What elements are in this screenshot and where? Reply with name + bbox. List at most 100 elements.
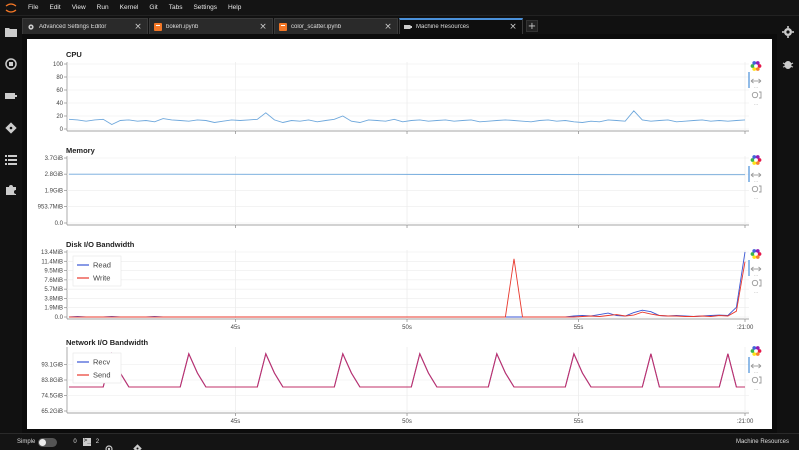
tab-bar: Advanced Settings Editor × bokeh.ipynb × col…: [22, 17, 777, 34]
wheel-zoom-icon[interactable]: [751, 376, 762, 384]
more-tools-icon[interactable]: ···: [754, 179, 759, 185]
y-tick-label: 40: [56, 101, 63, 107]
menu-git[interactable]: Git: [143, 0, 162, 16]
plot-canvas[interactable]: 45s 50s 55s:21:00 93.1GiB 83.8GiB 74.5GiB 65.2…: [29, 335, 770, 427]
y-tick-label: 80: [56, 75, 63, 81]
x-tick-label: 45s: [231, 325, 241, 330]
terminal-icon[interactable]: >_: [82, 437, 91, 446]
more-tools-icon[interactable]: ···: [754, 387, 759, 393]
property-inspector-icon[interactable]: [781, 25, 795, 39]
wheel-zoom-icon[interactable]: [751, 185, 762, 193]
kernels-count[interactable]: 2: [96, 439, 99, 445]
y-tick-label: 7.6MiB: [44, 278, 63, 284]
tab-color-scatter-ipynb[interactable]: color_scatter.ipynb ×: [274, 18, 398, 34]
plot-toolbar: ··· ···: [748, 61, 762, 108]
pan-tool-icon[interactable]: [750, 363, 762, 369]
tab-label: bokeh.ipynb: [166, 23, 199, 30]
terminal-prompt-glyph: >_: [83, 437, 91, 444]
notebook-icon: [279, 22, 287, 31]
bokeh-logo-icon[interactable]: [750, 346, 762, 356]
y-tick-label: 11.4MiB: [41, 259, 63, 265]
simple-mode-toggle[interactable]: [38, 437, 58, 447]
more-tools-icon[interactable]: ···: [754, 290, 759, 296]
main-area: CPU45s50s55s:21:00100806040200······ Mem…: [22, 34, 777, 433]
close-icon[interactable]: ×: [508, 22, 518, 32]
plot-toolbar: ··· ···: [748, 249, 762, 296]
bokeh-logo-icon[interactable]: [750, 155, 762, 165]
more-tools-icon[interactable]: ···: [754, 196, 759, 202]
menu-settings[interactable]: Settings: [187, 0, 222, 16]
more-tools-icon[interactable]: ···: [754, 370, 759, 376]
zoom-bracket: [759, 279, 762, 287]
kernel-status-icon[interactable]: [105, 438, 113, 450]
folder-icon[interactable]: [4, 25, 18, 39]
menu-help[interactable]: Help: [222, 0, 246, 16]
pan-tool-icon[interactable]: [750, 172, 762, 178]
y-tick-label: 74.5GiB: [41, 394, 63, 400]
more-tools-icon[interactable]: ···: [754, 273, 759, 279]
menu-edit[interactable]: Edit: [43, 0, 65, 16]
right-sidebar: [777, 17, 799, 433]
close-icon[interactable]: ×: [383, 22, 393, 32]
disk-io-plot: Disk I/O Bandwidth 45s 50s 55s:21:00 13.4MiB…: [29, 237, 770, 330]
tab-advanced-settings-editor[interactable]: Advanced Settings Editor ×: [22, 18, 148, 34]
more-tools-icon[interactable]: ···: [754, 85, 759, 91]
logo-center: [754, 252, 758, 256]
wheel-zoom-icon[interactable]: [751, 91, 762, 99]
bokeh-logo-icon[interactable]: [750, 61, 762, 71]
x-tick-label: 50s: [402, 325, 412, 330]
menu-view[interactable]: View: [66, 0, 91, 16]
left-sidebar: [0, 17, 22, 433]
status-right-label[interactable]: Machine Resources: [736, 439, 789, 445]
zoom-lens: [751, 91, 759, 99]
close-icon[interactable]: ×: [258, 22, 268, 32]
menu-tabs[interactable]: Tabs: [163, 0, 188, 16]
bokeh-logo-icon[interactable]: [750, 249, 762, 259]
tab-machine-resources[interactable]: Machine Resources ×: [399, 18, 523, 34]
y-tick-label: 0.0: [55, 221, 64, 227]
menu-bar: File Edit View Run Kernel Git Tabs Settings Help: [0, 0, 799, 16]
running-icon[interactable]: [4, 57, 18, 71]
zoom-lens: [751, 185, 759, 193]
plot-toolbar: ··· ···: [748, 346, 762, 393]
toggle-knob: [39, 438, 47, 446]
y-tick-label: 0: [60, 127, 64, 133]
mode-label: Simple: [17, 439, 36, 445]
menu-kernel[interactable]: Kernel: [114, 0, 144, 16]
x-tick-label: 55s: [574, 419, 584, 425]
gpu-icon[interactable]: [4, 89, 18, 103]
pan-tool-icon[interactable]: [750, 266, 762, 272]
pan-tool-icon[interactable]: [750, 78, 762, 84]
terminals-count[interactable]: 0: [73, 439, 76, 445]
more-tools-icon[interactable]: ···: [754, 102, 759, 108]
x-tick-label: 50s: [402, 419, 412, 425]
git-status-icon[interactable]: [133, 438, 142, 450]
table-of-contents-icon[interactable]: [4, 153, 18, 167]
gear-icon: [27, 23, 35, 31]
git-icon[interactable]: [4, 121, 18, 135]
zoom-lens: [751, 279, 759, 287]
debugger-icon[interactable]: [781, 57, 795, 71]
legend-label: Write: [93, 274, 110, 283]
wheel-zoom-icon[interactable]: [751, 279, 762, 287]
add-tab-button[interactable]: +: [526, 20, 538, 32]
y-tick-label: 0.0: [55, 315, 64, 321]
close-icon[interactable]: ×: [133, 22, 143, 32]
x-tick-label: 55s: [574, 325, 584, 330]
plot-canvas[interactable]: 45s50s55s:21:00100806040200······: [29, 47, 770, 135]
legend-label: Recv: [93, 358, 110, 367]
jupyter-logo[interactable]: [0, 0, 22, 16]
logo-center: [754, 158, 758, 162]
y-tick-label: 953.7MiB: [38, 205, 63, 211]
plot-canvas[interactable]: 45s50s55s:21:003.7GiB2.8GiB1.9GiB953.7Mi…: [29, 143, 770, 231]
extension-icon[interactable]: [4, 183, 18, 197]
tab-label: Machine Resources: [416, 24, 470, 30]
cpu-plot: CPU45s50s55s:21:00100806040200······: [29, 47, 770, 135]
memory-plot: Memory45s50s55s:21:003.7GiB2.8GiB1.9GiB9…: [29, 143, 770, 231]
y-tick-label: 83.8GiB: [41, 378, 63, 384]
menu-run[interactable]: Run: [91, 0, 114, 16]
tab-bokeh-ipynb[interactable]: bokeh.ipynb ×: [149, 18, 273, 34]
y-tick-label: 1.9GiB: [45, 188, 63, 194]
plot-canvas[interactable]: 45s 50s 55s:21:00 13.4MiB 11.4MiB 9.5MiB 7.6Mi…: [29, 237, 770, 330]
menu-file[interactable]: File: [22, 0, 43, 16]
